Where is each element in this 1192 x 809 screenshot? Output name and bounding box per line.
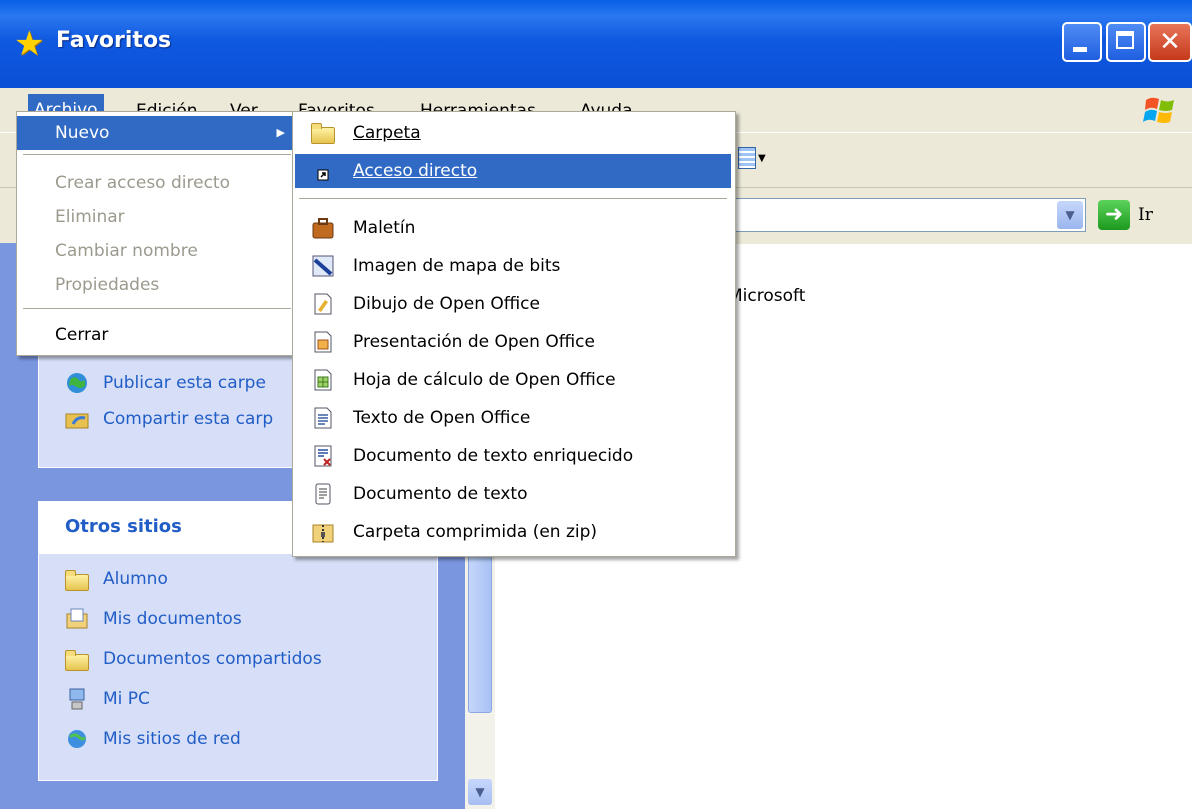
new-texto-item[interactable]: Documento de texto [295,477,731,511]
new-oo-presentacion-item[interactable]: Presentación de Open Office [295,325,731,359]
folder-icon [311,121,335,145]
txt-icon [311,482,335,506]
go-arrow-icon[interactable]: ➜ [1098,200,1130,230]
publish-web-icon [65,372,89,394]
menu-item-nuevo[interactable]: Nuevo ▶ [17,116,297,150]
nuevo-submenu: Carpeta Acceso directo Maletín Imagen de… [292,111,736,557]
content-item-text[interactable]: Microsoft [728,286,805,306]
folder-icon [65,648,89,671]
title-bar: ★ Favoritos ✕ [0,0,1192,88]
oo-writer-icon [311,406,335,430]
window-title: Favoritos [56,28,172,53]
new-zip-item[interactable]: Carpeta comprimida (en zip) [295,515,731,549]
rtf-icon [311,444,335,468]
bitmap-icon [311,254,335,278]
other-places-title: Otros sitios [65,516,182,537]
scrollbar-thumb[interactable] [468,543,492,713]
archivo-menu: Nuevo ▶ Crear acceso directo Eliminar Ca… [16,111,300,356]
go-button-label[interactable]: Ir [1138,205,1153,225]
share-folder-link[interactable]: Compartir esta carp [65,408,273,436]
network-places-icon [65,728,89,750]
address-input[interactable]: ▼ [730,198,1086,232]
oo-calc-icon [311,368,335,392]
windows-logo-icon [1143,97,1174,123]
menu-item-cambiar-nombre[interactable]: Cambiar nombre [17,234,297,268]
place-link-mis-documentos[interactable]: Mis documentos [65,608,242,636]
address-dropdown-button[interactable]: ▼ [1057,201,1083,229]
place-link-mi-pc[interactable]: Mi PC [65,688,150,716]
new-oo-hoja-calculo-item[interactable]: Hoja de cálculo de Open Office [295,363,731,397]
menu-separator [299,198,727,199]
documents-folder-icon [65,608,89,630]
oo-draw-icon [311,292,335,316]
views-icon [738,147,756,169]
briefcase-icon [311,216,335,240]
new-oo-texto-item[interactable]: Texto de Open Office [295,401,731,435]
publish-folder-link[interactable]: Publicar esta carpe [65,372,266,400]
folder-icon [65,568,89,591]
menu-item-eliminar[interactable]: Eliminar [17,200,297,234]
scroll-down-button[interactable]: ▼ [468,779,492,805]
place-link-alumno[interactable]: Alumno [65,568,168,596]
minimize-button[interactable] [1062,22,1102,62]
submenu-arrow-icon: ▶ [276,126,285,139]
new-acceso-directo-item[interactable]: Acceso directo [295,154,731,188]
menu-item-crear-acceso-directo[interactable]: Crear acceso directo [17,166,297,200]
close-button[interactable]: ✕ [1148,22,1192,62]
new-maletin-item[interactable]: Maletín [295,211,731,245]
new-oo-dibujo-item[interactable]: Dibujo de Open Office [295,287,731,321]
zip-icon [311,520,335,544]
computer-icon [65,688,89,710]
views-button[interactable]: ▼ [738,143,766,173]
share-folder-icon [65,408,89,430]
shortcut-icon [311,159,335,183]
place-link-mis-sitios-de-red[interactable]: Mis sitios de red [65,728,241,756]
favorites-star-icon: ★ [14,24,45,64]
new-rtf-item[interactable]: Documento de texto enriquecido [295,439,731,473]
close-icon: ✕ [1159,27,1181,57]
new-bitmap-item[interactable]: Imagen de mapa de bits [295,249,731,283]
oo-impress-icon [311,330,335,354]
place-link-documentos-compartidos[interactable]: Documentos compartidos [65,648,322,676]
menu-item-propiedades[interactable]: Propiedades [17,268,297,302]
menu-separator [23,154,291,155]
new-carpeta-item[interactable]: Carpeta [295,116,731,150]
menu-item-cerrar[interactable]: Cerrar [17,318,297,352]
chevron-down-icon: ▼ [758,153,766,164]
menu-separator [23,308,291,309]
maximize-button[interactable] [1106,22,1146,62]
